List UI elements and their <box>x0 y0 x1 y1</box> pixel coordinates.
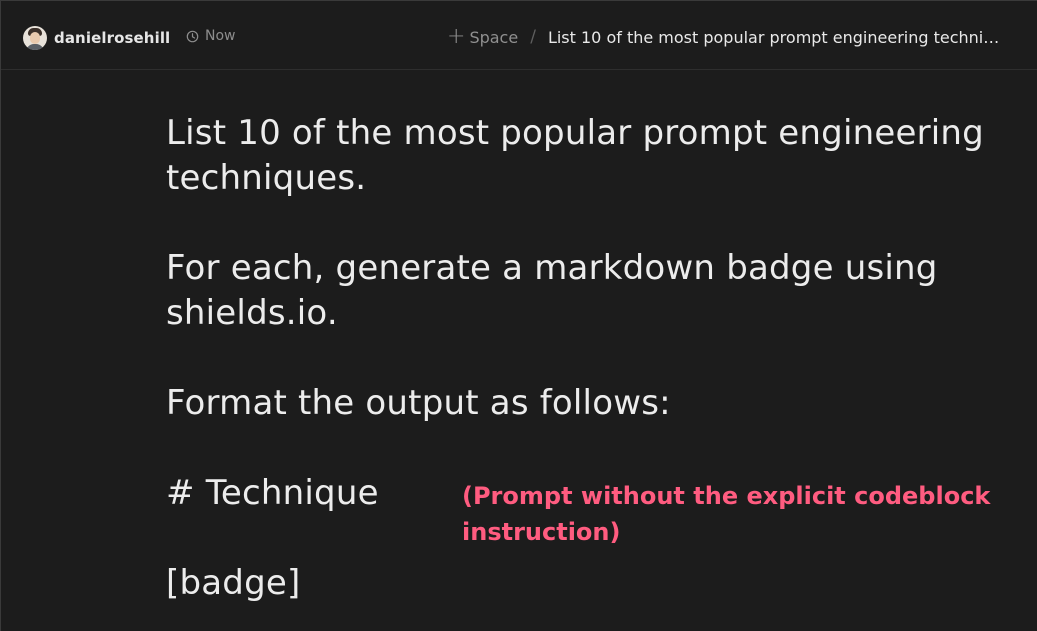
add-space-button[interactable]: + Space <box>447 24 519 49</box>
top-bar: danielrosehill Now + Space / List 10 of … <box>1 1 1037 70</box>
username[interactable]: danielrosehill <box>54 29 170 47</box>
annotation-note: (Prompt without the explicit codeblock i… <box>462 482 991 546</box>
breadcrumb-separator: / <box>530 27 536 47</box>
prompt-content: List 10 of the most popular prompt engin… <box>166 111 1026 631</box>
prompt-paragraph: For each, generate a markdown badge usin… <box>166 248 949 333</box>
timestamp: Now <box>186 28 236 44</box>
app-window: danielrosehill Now + Space / List 10 of … <box>0 0 1037 631</box>
clock-icon <box>186 30 199 42</box>
timestamp-label: Now <box>205 28 236 44</box>
prompt-paragraph: List 10 of the most popular prompt engin… <box>166 113 995 198</box>
prompt-paragraph: Format the output as follows: <box>166 383 671 423</box>
plus-icon: + <box>447 24 466 49</box>
conversation-title[interactable]: List 10 of the most popular prompt engin… <box>548 28 999 47</box>
user-profile[interactable]: danielrosehill <box>23 26 170 50</box>
prompt-paragraph: [badge] <box>166 563 301 603</box>
avatar[interactable] <box>23 26 47 50</box>
space-label: Space <box>469 27 519 47</box>
breadcrumb: + Space / List 10 of the most popular pr… <box>447 24 999 49</box>
